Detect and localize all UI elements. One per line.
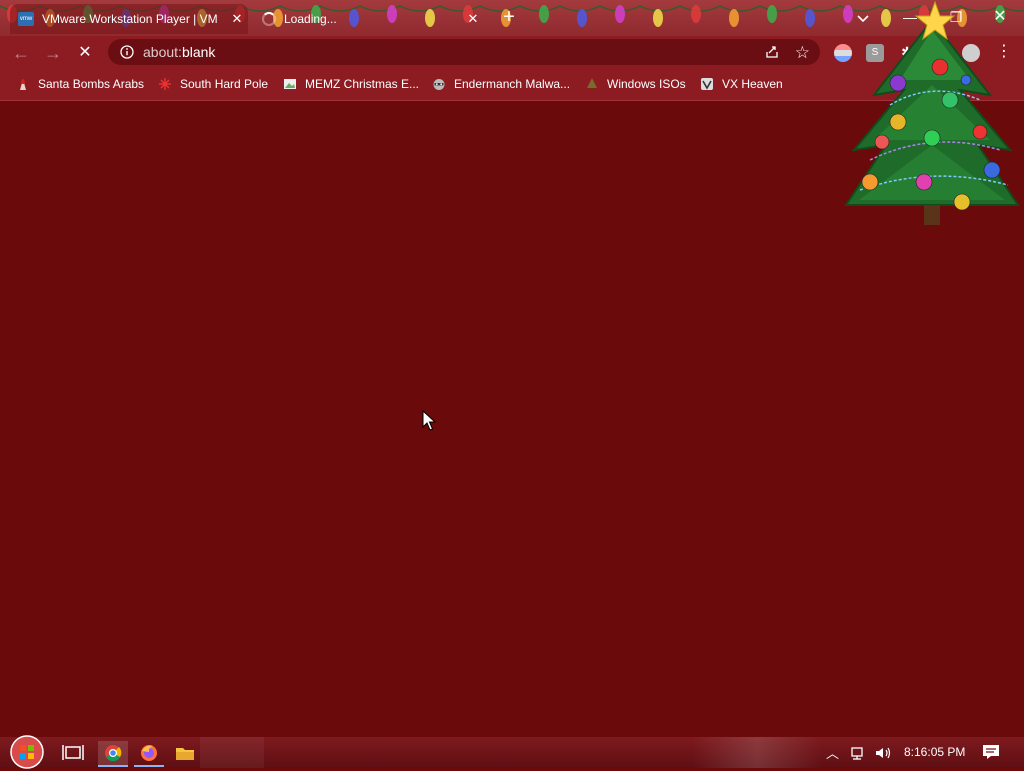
light-bulb-icon [691, 5, 701, 23]
action-center-notification-icon[interactable] [982, 744, 1000, 760]
address-bar[interactable]: about:blank ☆ [108, 39, 820, 65]
close-tab-icon[interactable]: ✕ [462, 11, 484, 27]
light-bulb-icon [805, 9, 815, 27]
chrome-taskbar-icon[interactable] [98, 741, 128, 767]
share-icon[interactable] [764, 44, 780, 60]
new-tab-button[interactable]: + [498, 6, 520, 28]
network-icon[interactable] [850, 745, 868, 761]
tree-icon [587, 78, 597, 91]
tab-loading[interactable]: Loading... ✕ [252, 4, 484, 34]
vx-icon [701, 78, 713, 90]
light-bulb-icon [615, 5, 625, 23]
windows-taskbar: ︿ 8:16:05 PM [0, 735, 1024, 769]
file-explorer-icon[interactable] [172, 741, 198, 765]
image-icon [284, 79, 296, 89]
light-bulb-icon [653, 9, 663, 27]
bookmark-label: MEMZ Christmas E... [305, 77, 420, 91]
bookmark-star-icon[interactable]: ☆ [795, 43, 810, 63]
bookmark-label: South Hard Pole [180, 77, 269, 91]
bookmark-label: Windows ISOs [607, 77, 686, 91]
santa-icon [20, 79, 26, 90]
mouse-cursor-icon [422, 410, 436, 431]
bookmark-label: Endermanch Malwa... [454, 77, 571, 91]
tab-title: Loading... [284, 12, 337, 26]
light-bulb-icon [767, 5, 777, 23]
task-view-icon[interactable] [60, 741, 86, 765]
tab-title: VMware Workstation Player | VM [42, 12, 218, 26]
bookmark-windows-isos[interactable]: Windows ISOs [585, 75, 686, 93]
firefox-taskbar-icon[interactable] [134, 741, 164, 767]
taskbar-empty-region [200, 737, 264, 768]
bookmark-south-hard-pole[interactable]: South Hard Pole [158, 75, 268, 93]
back-button[interactable]: ← [10, 42, 32, 64]
info-icon[interactable] [120, 45, 134, 59]
url-text[interactable]: about:blank [143, 44, 215, 60]
bookmark-label: VX Heaven [722, 77, 783, 91]
bookmark-label: Santa Bombs Arabs [38, 77, 145, 91]
start-button-windows-icon[interactable] [8, 733, 46, 771]
light-bulb-icon [539, 5, 549, 23]
show-hidden-icons-chevron-icon[interactable]: ︿ [826, 743, 839, 762]
close-tab-icon[interactable]: ✕ [226, 11, 248, 27]
stop-loading-button[interactable]: ✕ [74, 42, 96, 64]
tab-vmware[interactable]: vmw VMware Workstation Player | VM ✕ [10, 4, 248, 34]
bookmark-endermanch-malware[interactable]: Endermanch Malwa... [432, 75, 570, 93]
bookmark-memz-christmas[interactable]: MEMZ Christmas E... [283, 75, 419, 93]
snowflake-icon [159, 78, 171, 90]
bookmark-vx-heaven[interactable]: VX Heaven [700, 75, 783, 93]
url-scheme: about: [143, 44, 182, 60]
forward-button[interactable]: → [42, 42, 64, 64]
raccoon-icon [433, 79, 445, 90]
system-clock[interactable]: 8:16:05 PM [904, 745, 965, 759]
volume-icon[interactable] [874, 745, 892, 761]
bookmark-santa-bombs-arabs[interactable]: Santa Bombs Arabs [16, 75, 144, 93]
loading-spinner-icon [262, 12, 276, 26]
vmware-icon: vmw [18, 12, 34, 26]
light-bulb-icon [729, 9, 739, 27]
light-bulb-icon [577, 9, 587, 27]
christmas-tree-decoration [844, 0, 1020, 225]
taskbar-empty-region [692, 737, 822, 768]
url-path: blank [181, 44, 216, 60]
